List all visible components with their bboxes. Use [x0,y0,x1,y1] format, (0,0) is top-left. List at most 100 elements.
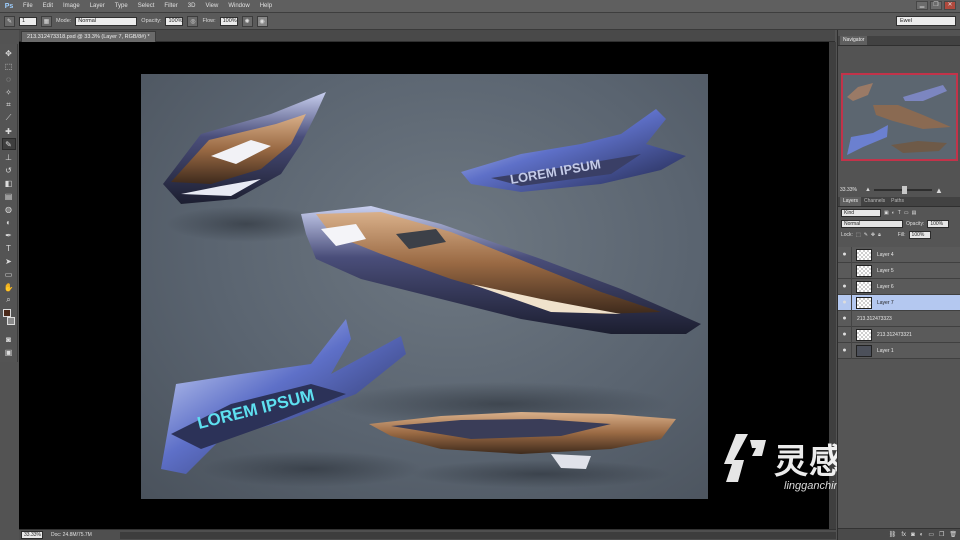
lock-position-icon[interactable]: ✥ [871,232,875,238]
filter-adjust-icon[interactable]: ◐ [892,210,895,216]
app-logo: Ps [4,2,14,10]
menu-window[interactable]: Window [223,3,254,9]
type-tool-icon[interactable]: T [2,242,16,254]
horizontal-scrollbar[interactable] [119,531,836,539]
lock-image-icon[interactable]: ✎ [864,232,868,238]
filter-shape-icon[interactable]: ▭ [904,210,909,216]
marquee-tool-icon[interactable]: ⬚ [2,60,16,72]
layer-row-selected[interactable]: ● Layer 7 [838,294,960,311]
pressure-size-icon[interactable]: ◉ [256,15,268,27]
eyedropper-tool-icon[interactable]: ⟋ [2,112,16,124]
mode-select[interactable]: Normal [75,16,138,26]
foreground-color-swatch[interactable] [2,309,11,317]
eye-icon[interactable]: ● [838,246,852,263]
dodge-tool-icon[interactable]: ◐ [2,216,16,228]
layer-row[interactable]: ● Layer 1 [838,342,960,359]
eye-icon[interactable]: ● [838,342,852,359]
mask-icon[interactable]: ◙ [911,532,915,538]
menu-select[interactable]: Select [133,3,160,9]
eye-icon[interactable]: ● [838,294,852,311]
artwork-canvas[interactable]: LOREM IPSUM LOREM IPSUM [141,74,708,499]
hand-tool-icon[interactable]: ✋ [2,281,16,293]
layer-row[interactable]: Layer 5 [838,262,960,279]
eye-icon[interactable]: ● [838,278,852,295]
brush-panel-icon[interactable]: ▦ [41,15,52,27]
zoom-out-icon[interactable]: ▲ [865,187,871,193]
layer-row[interactable]: ● 213.312473323 [838,310,960,327]
menu-edit[interactable]: Edit [38,3,58,9]
brush-size-picker[interactable]: 1 [19,16,37,26]
navigator-thumbnail[interactable] [841,73,958,161]
history-brush-icon[interactable]: ↺ [2,164,16,176]
restore-button[interactable]: ❐ [930,1,942,10]
layer-kind-filter[interactable]: Kind [841,208,881,217]
zoom-tool-icon[interactable]: ⌕ [2,294,16,306]
layer-row[interactable]: ● 213.312473321 [838,326,960,343]
link-icon[interactable]: ⛓ [889,531,897,538]
menu-3d[interactable]: 3D [183,3,201,9]
healing-tool-icon[interactable]: ✚ [2,125,16,137]
close-button[interactable]: ✕ [944,1,956,10]
layer-row[interactable]: ● Layer 4 [838,246,960,263]
move-tool-icon[interactable]: ✥ [2,47,16,59]
blur-tool-icon[interactable]: ◍ [2,203,16,215]
filter-type-icon[interactable]: T [898,210,901,216]
blend-row: Normal Opacity: 100% [838,218,960,229]
lasso-tool-icon[interactable]: ◌ [2,73,16,85]
trash-icon[interactable]: 🗑︎ [949,531,957,538]
doc-size-info[interactable]: Doc: 24.8M/75.7M [51,532,92,538]
layer-opacity-field[interactable]: 100% [927,219,950,228]
lock-transparent-icon[interactable]: ⬚ [856,232,861,238]
folder-icon[interactable]: ▭ [928,531,934,538]
adjustment-icon[interactable]: ◐ [920,532,924,538]
tab-paths[interactable]: Paths [888,197,907,206]
workspace-select[interactable]: Ewel [896,16,956,26]
brush-tool-icon[interactable]: ✎ [1,138,16,150]
eraser-tool-icon[interactable]: ◧ [2,177,16,189]
path-select-tool-icon[interactable]: ➤ [2,255,16,267]
opacity-field[interactable]: 100% [165,16,184,26]
tab-navigator[interactable]: Navigator [840,36,868,45]
brush-preset-icon[interactable]: ✎ [4,15,15,27]
navigator-zoom-slider[interactable] [873,186,932,194]
menu-file[interactable]: File [18,3,38,9]
menu-image[interactable]: Image [58,3,85,9]
airbrush-icon[interactable]: ✺ [241,15,253,27]
gradient-tool-icon[interactable]: ▤ [2,190,16,202]
navigator-zoom-knob[interactable] [901,186,907,194]
fill-field[interactable]: 100% [908,230,931,239]
pressure-opacity-icon[interactable]: ◎ [187,15,199,27]
menu-layer[interactable]: Layer [85,3,110,9]
navigator-zoom-field[interactable]: 33.33% [840,187,862,193]
minimize-button[interactable]: ▁ [916,1,928,10]
menu-view[interactable]: View [200,3,223,9]
tab-layers[interactable]: Layers [840,197,862,206]
crop-tool-icon[interactable]: ⌗ [2,99,16,111]
filter-pixel-icon[interactable]: ▣ [884,210,889,216]
document-tab[interactable]: 213.312473318.psd @ 33.3% (Layer 7, RGB/… [21,31,156,42]
zoom-in-icon[interactable]: ▲ [935,186,943,195]
fx-icon[interactable]: fx [901,532,906,538]
background-color-swatch[interactable] [6,317,15,325]
pen-tool-icon[interactable]: ✒ [2,229,16,241]
quick-mask-icon[interactable]: ◙ [2,333,16,345]
menu-help[interactable]: Help [255,3,277,9]
zoom-field[interactable]: 33.33% [21,531,43,539]
layer-row[interactable]: ● Layer 6 [838,278,960,295]
blend-mode-select[interactable]: Normal [841,219,903,228]
quick-select-tool-icon[interactable]: ✧ [2,86,16,98]
menu-type[interactable]: Type [110,3,133,9]
new-layer-icon[interactable]: ❐ [939,531,944,538]
flow-field[interactable]: 100% [219,16,238,26]
screen-mode-icon[interactable]: ▣ [2,346,16,358]
eye-icon[interactable]: ● [838,326,852,343]
lock-all-icon[interactable]: 🔒︎ [878,232,881,238]
tools-panel: ✥ ⬚ ◌ ✧ ⌗ ⟋ ✚ ✎ ⊥ ↺ ◧ ▤ ◍ ◐ ✒ T ➤ ▭ ✋ ⌕ … [0,44,18,362]
menu-filter[interactable]: Filter [159,3,182,9]
shape-tool-icon[interactable]: ▭ [2,268,16,280]
stamp-tool-icon[interactable]: ⊥ [2,151,16,163]
eye-icon[interactable]: ● [838,310,852,327]
eye-hidden-icon[interactable] [838,262,852,279]
tab-channels[interactable]: Channels [861,197,888,206]
filter-smart-icon[interactable]: ▤ [912,210,917,216]
